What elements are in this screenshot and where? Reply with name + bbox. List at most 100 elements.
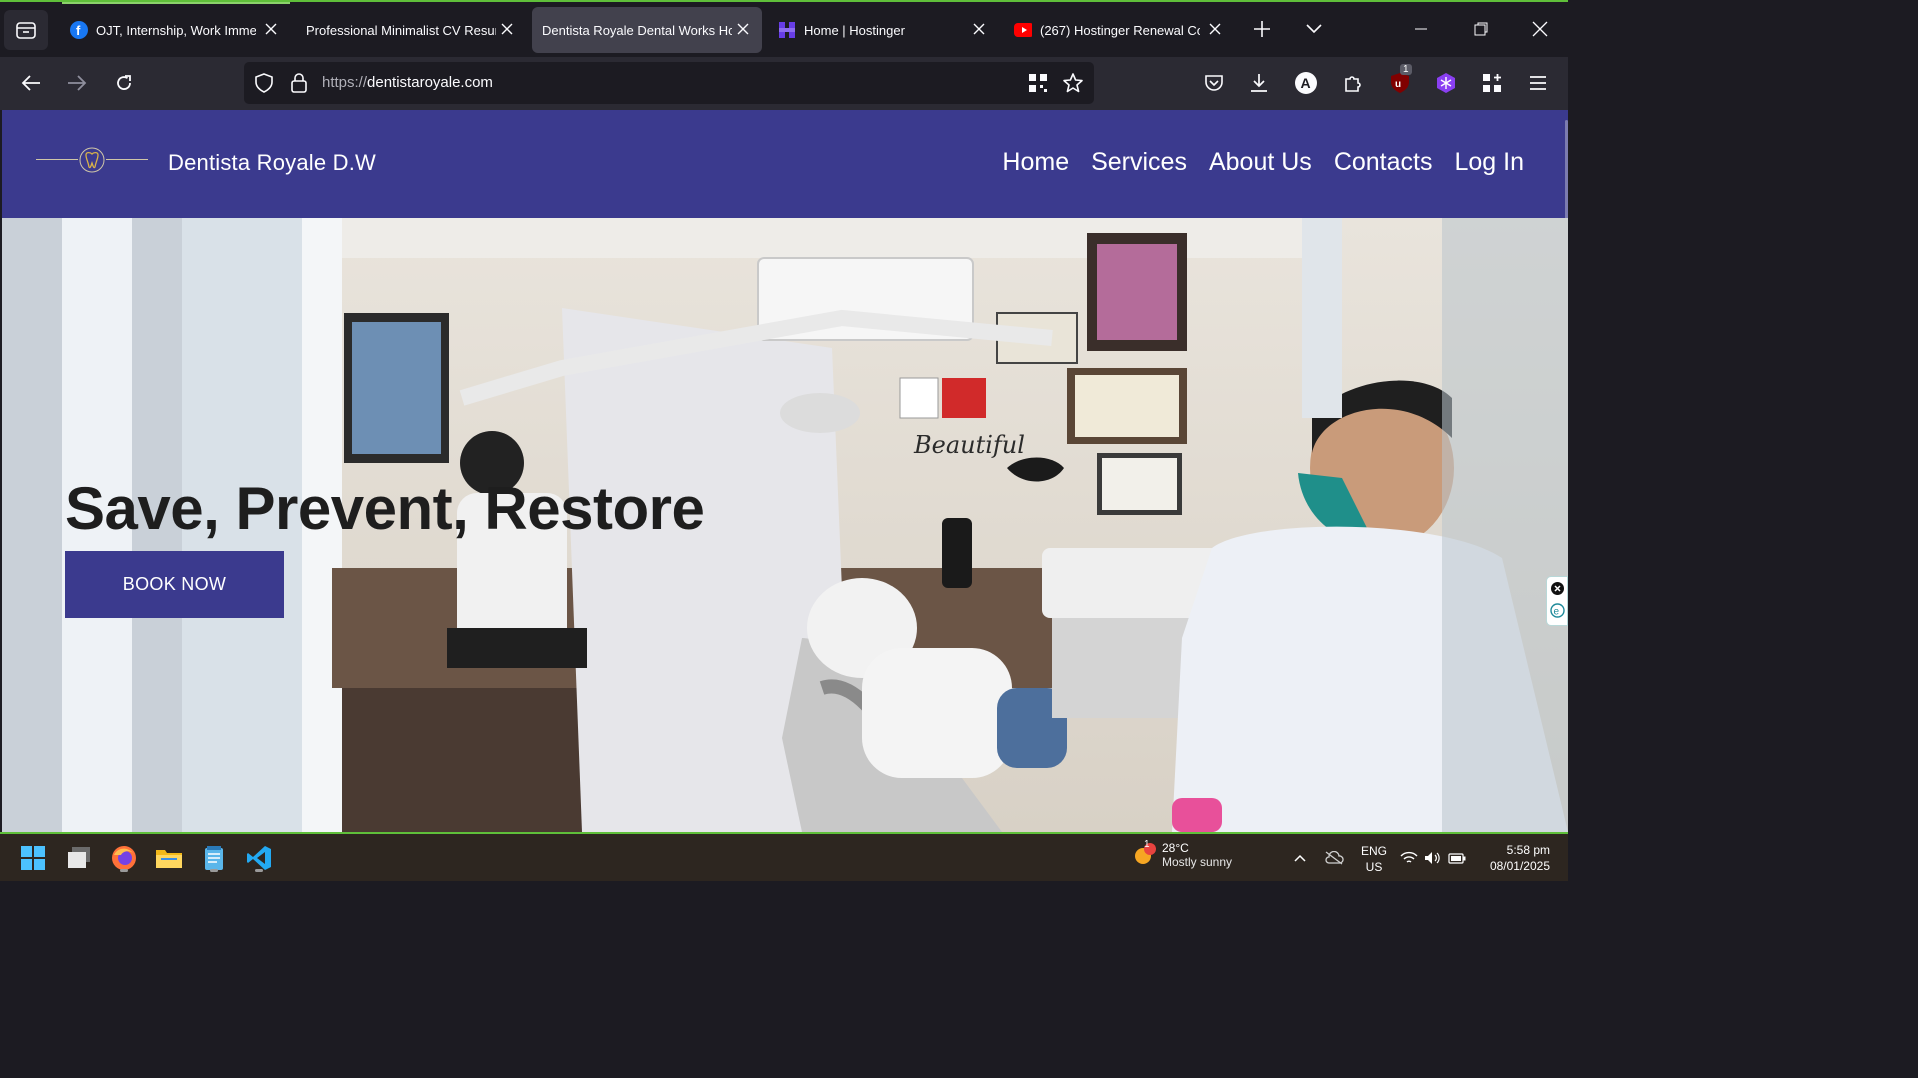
- reload-icon: [117, 75, 131, 90]
- logo-line-right: [106, 159, 148, 160]
- facebook-icon: f: [70, 21, 88, 39]
- extensions-button[interactable]: [1339, 69, 1367, 97]
- nav-log-in[interactable]: Log In: [1454, 148, 1524, 177]
- reload-button[interactable]: [106, 65, 142, 101]
- restore-button[interactable]: [1466, 14, 1496, 44]
- ublock-badge: 1: [1400, 64, 1412, 75]
- account-avatar-icon: A: [1295, 72, 1317, 94]
- svg-text:u: u: [1395, 79, 1401, 90]
- list-all-tabs-button[interactable]: [1299, 14, 1329, 44]
- snowflake-extension-button[interactable]: [1432, 69, 1460, 97]
- wifi-icon: [1400, 851, 1418, 863]
- back-arrow-icon: [21, 75, 40, 91]
- chevron-down-icon: [1306, 24, 1322, 34]
- lock-icon[interactable]: [290, 72, 308, 94]
- close-tab-icon[interactable]: [970, 20, 988, 38]
- svg-text:e: e: [1554, 607, 1560, 618]
- tab-title: (267) Hostinger Renewal Coup: [1040, 22, 1200, 38]
- input-language-indicator[interactable]: ENG US: [1356, 843, 1392, 875]
- address-bar[interactable]: https://dentistaroyale.com: [244, 62, 1094, 104]
- site-nav: Home Services About Us Contacts Log In: [1002, 148, 1524, 177]
- nav-home[interactable]: Home: [1002, 148, 1069, 177]
- tab-youtube[interactable]: (267) Hostinger Renewal Coup: [1004, 7, 1234, 53]
- taskbar-file-explorer[interactable]: [153, 842, 185, 874]
- forward-arrow-icon: [68, 75, 87, 91]
- taskbar-vscode[interactable]: [243, 842, 275, 874]
- close-circle-icon[interactable]: [1550, 581, 1565, 596]
- bookmark-star-icon[interactable]: [1062, 72, 1084, 94]
- plus-icon: [1254, 21, 1270, 37]
- tab-title: Dentista Royale Dental Works Hom: [542, 22, 732, 38]
- close-tab-icon[interactable]: [734, 20, 752, 38]
- puzzle-icon: [1345, 76, 1361, 92]
- firefox-icon: [112, 846, 136, 870]
- youtube-icon: [1014, 21, 1032, 39]
- taskbar-notepad[interactable]: [198, 842, 230, 874]
- notepad-icon: [205, 846, 223, 870]
- new-tab-button[interactable]: [1247, 14, 1277, 44]
- snowflake-extension-icon: [1437, 73, 1455, 93]
- weather-widget[interactable]: 1 28°C Mostly sunny: [1132, 839, 1232, 869]
- svg-text:A: A: [1301, 75, 1311, 91]
- tab-title: Professional Minimalist CV Resume: [306, 22, 496, 38]
- minimize-button[interactable]: [1406, 14, 1436, 44]
- restore-icon: [1474, 22, 1488, 36]
- folder-icon: [156, 850, 182, 868]
- keyboard-layout: US: [1365, 860, 1383, 874]
- url-host: dentistaroyale.com: [367, 74, 493, 91]
- download-icon: [1251, 74, 1267, 92]
- close-tab-icon[interactable]: [498, 20, 516, 38]
- book-now-button[interactable]: BOOK NOW: [65, 551, 284, 618]
- firefox-view-icon: [16, 22, 36, 39]
- side-floating-widget[interactable]: e: [1546, 576, 1568, 626]
- back-button[interactable]: [13, 65, 49, 101]
- running-indicator: [210, 869, 218, 872]
- apps-extension-button[interactable]: [1478, 69, 1506, 97]
- clock-time: 5:58 pm: [1506, 843, 1550, 857]
- pocket-icon: [1205, 75, 1223, 91]
- clock-date: 08/01/2025: [1489, 859, 1550, 873]
- onedrive-tray-button[interactable]: [1320, 844, 1348, 872]
- close-window-button[interactable]: [1525, 14, 1555, 44]
- language-code: ENG: [1360, 844, 1387, 858]
- nav-contacts[interactable]: Contacts: [1334, 148, 1433, 177]
- account-button[interactable]: A: [1292, 69, 1320, 97]
- ublock-origin-button[interactable]: u 1: [1386, 64, 1414, 97]
- url-text[interactable]: https://dentistaroyale.com: [322, 74, 493, 91]
- svg-text:f: f: [76, 23, 81, 38]
- site-header: Dentista Royale D.W Home Services About …: [2, 110, 1568, 240]
- app-menu-button[interactable]: [1524, 69, 1552, 97]
- firefox-view-button[interactable]: [4, 10, 48, 50]
- downloads-button[interactable]: [1245, 69, 1273, 97]
- tab-hostinger[interactable]: Home | Hostinger: [768, 7, 998, 53]
- quick-settings-button[interactable]: [1398, 844, 1468, 872]
- shield-icon[interactable]: [254, 73, 274, 93]
- close-tab-icon[interactable]: [1206, 20, 1224, 38]
- start-button[interactable]: [17, 842, 49, 874]
- nav-services[interactable]: Services: [1091, 148, 1187, 177]
- running-indicator: [255, 869, 263, 872]
- tab-facebook[interactable]: f OJT, Internship, Work Immersi: [60, 7, 290, 53]
- task-view-button[interactable]: [63, 842, 95, 874]
- qr-code-icon[interactable]: [1028, 73, 1048, 93]
- weather-badge: 1: [1144, 839, 1150, 850]
- show-hidden-icons-button[interactable]: [1286, 844, 1314, 872]
- volume-icon: [1425, 852, 1440, 864]
- hamburger-menu-icon: [1530, 76, 1546, 90]
- tab-dentista-royale[interactable]: Dentista Royale Dental Works Hom: [532, 7, 762, 53]
- nav-about-us[interactable]: About Us: [1209, 148, 1312, 177]
- taskbar-firefox[interactable]: [108, 842, 140, 874]
- forward-button[interactable]: [59, 65, 95, 101]
- brand-name[interactable]: Dentista Royale D.W: [168, 150, 376, 176]
- pocket-button[interactable]: [1200, 69, 1228, 97]
- hostinger-icon: [778, 21, 796, 39]
- tab-bar: f OJT, Internship, Work Immersi Professi…: [0, 0, 1568, 57]
- url-scheme: https://: [322, 74, 368, 91]
- tab-title: Home | Hostinger: [804, 22, 905, 38]
- minimize-icon: [1415, 28, 1427, 30]
- chevron-up-icon: [1294, 854, 1306, 862]
- edge-extension-icon[interactable]: e: [1550, 603, 1565, 618]
- tab-cv-resume[interactable]: Professional Minimalist CV Resume: [296, 7, 526, 53]
- close-tab-icon[interactable]: [262, 20, 280, 38]
- system-clock[interactable]: 5:58 pm 08/01/2025: [1490, 842, 1550, 874]
